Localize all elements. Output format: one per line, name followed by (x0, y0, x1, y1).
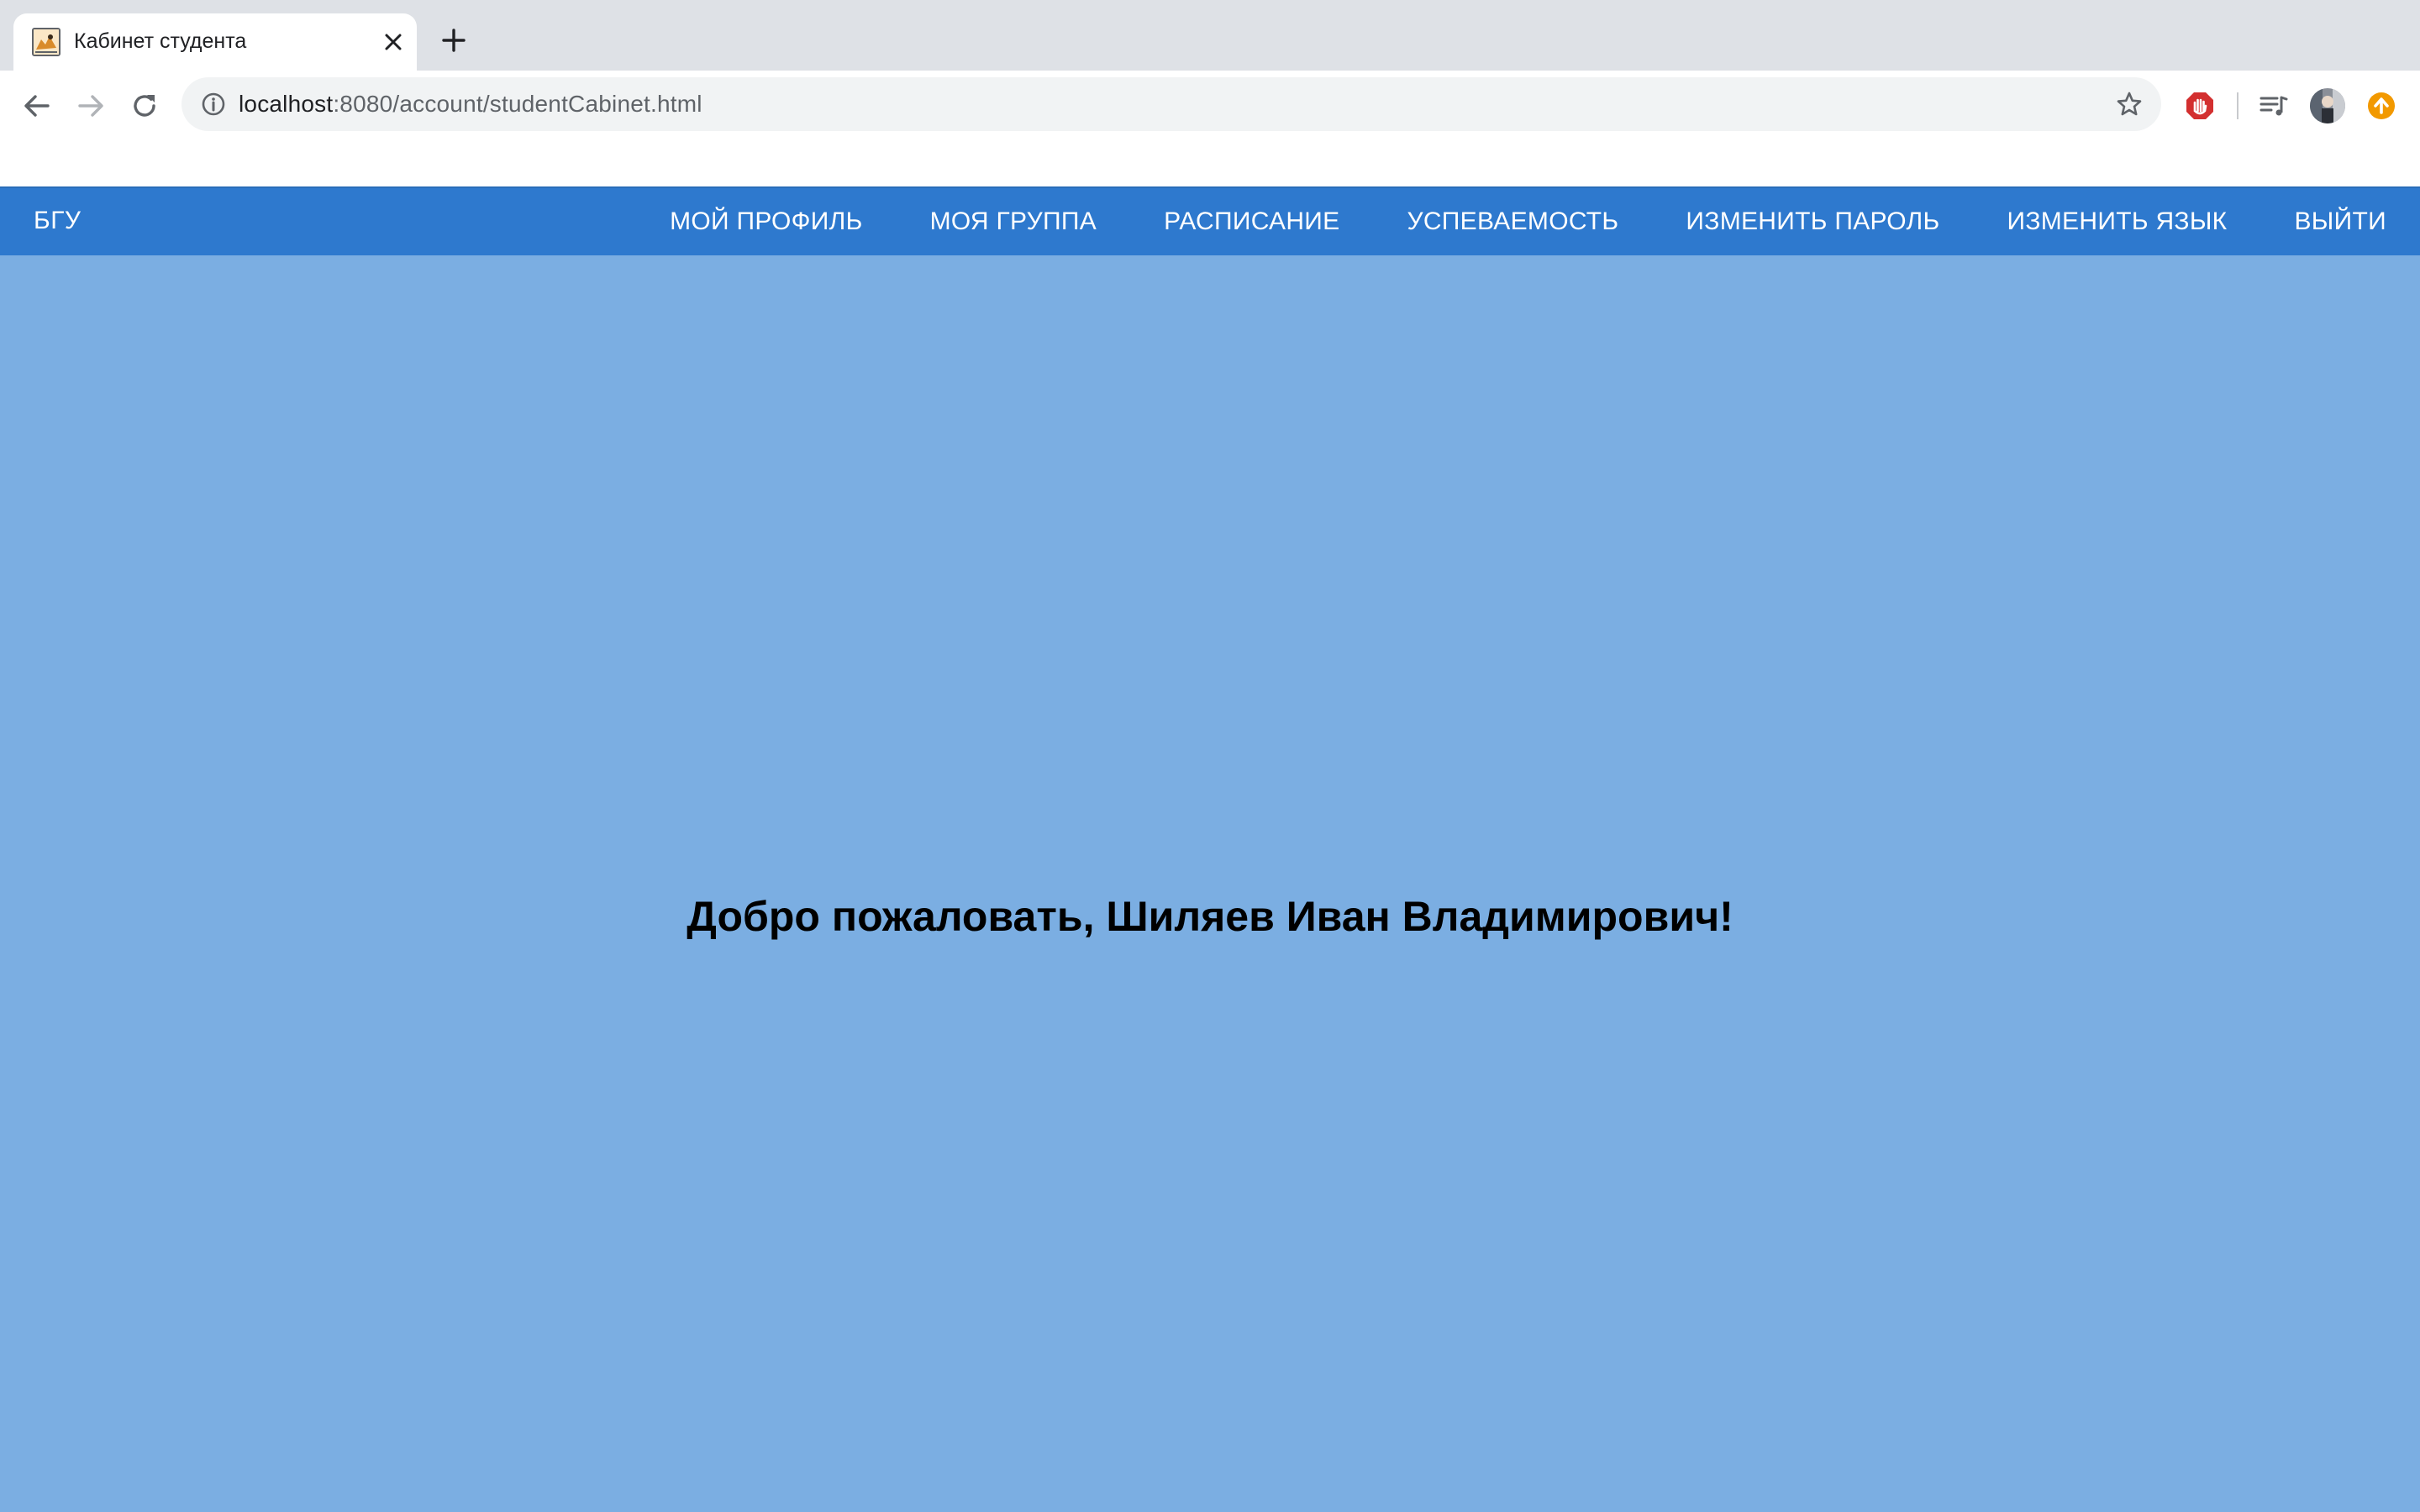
welcome-heading: Добро пожаловать, Шиляев Иван Владимиров… (687, 893, 1733, 940)
address-bar[interactable]: localhost:8080/account/studentCabinet.ht… (182, 77, 2161, 131)
star-icon[interactable] (2112, 87, 2146, 121)
nav-schedule[interactable]: РАСПИСАНИЕ (1164, 207, 1339, 236)
update-icon[interactable] (2358, 82, 2405, 129)
nav-my-profile[interactable]: МОЙ ПРОФИЛЬ (670, 207, 863, 236)
nav-grades[interactable]: УСПЕВАЕМОСТЬ (1407, 207, 1618, 236)
main-content: Добро пожаловать, Шиляев Иван Владимиров… (0, 255, 2420, 1512)
browser-window: Кабинет студента localhost:8080/account/… (0, 0, 2420, 1512)
arrow-left-icon[interactable] (13, 82, 60, 129)
profile-avatar-icon[interactable] (2304, 82, 2351, 129)
nav-my-group[interactable]: МОЯ ГРУППА (930, 207, 1097, 236)
cat-favicon-icon (32, 28, 60, 56)
nav-change-language[interactable]: ИЗМЕНИТЬ ЯЗЫК (2007, 207, 2227, 236)
tab-strip: Кабинет студента (0, 0, 2420, 71)
plus-icon[interactable] (437, 24, 471, 57)
site-navbar: БГУ МОЙ ПРОФИЛЬ МОЯ ГРУППА РАСПИСАНИЕ УС… (0, 186, 2420, 255)
nav-menu: МОЙ ПРОФИЛЬ МОЯ ГРУППА РАСПИСАНИЕ УСПЕВА… (670, 188, 2386, 255)
info-icon[interactable] (198, 89, 229, 119)
adblock-icon[interactable] (2176, 82, 2223, 129)
url-path: :8080/account/studentCabinet.html (333, 91, 702, 117)
arrow-right-icon[interactable] (67, 82, 114, 129)
url-text[interactable]: localhost:8080/account/studentCabinet.ht… (239, 91, 702, 118)
tab-title: Кабинет студента (74, 29, 247, 53)
nav-logout[interactable]: ВЫЙТИ (2294, 207, 2386, 236)
browser-toolbar: localhost:8080/account/studentCabinet.ht… (0, 71, 2420, 200)
reload-icon[interactable] (121, 82, 168, 129)
close-icon[interactable] (380, 29, 407, 55)
toolbar-divider (2237, 92, 2238, 119)
url-host: localhost (239, 91, 334, 117)
brand-logo-link[interactable]: БГУ (34, 207, 82, 235)
browser-tab[interactable]: Кабинет студента (13, 13, 417, 71)
nav-change-password[interactable]: ИЗМЕНИТЬ ПАРОЛЬ (1686, 207, 1939, 236)
media-queue-icon[interactable] (2250, 82, 2297, 129)
